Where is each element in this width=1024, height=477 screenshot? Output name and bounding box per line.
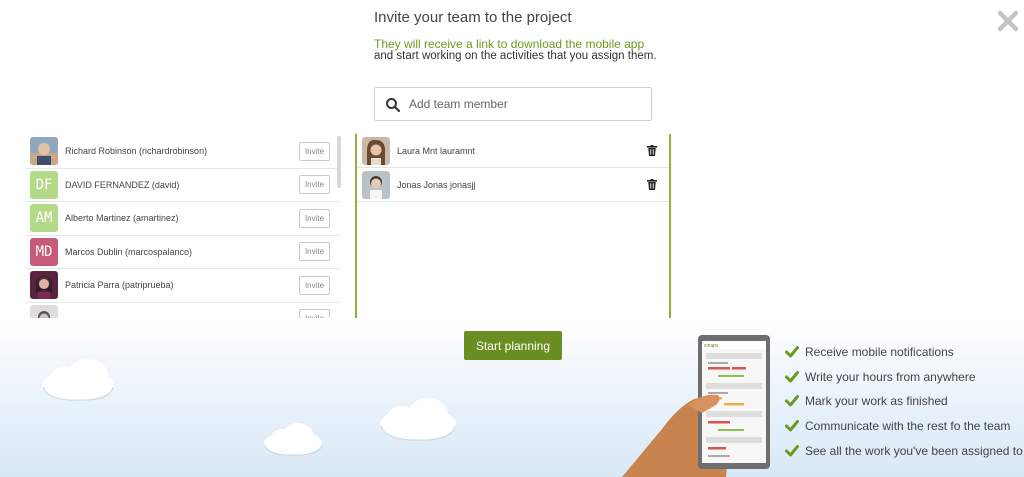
avatar xyxy=(362,170,390,199)
list-item: Invite xyxy=(26,303,340,318)
list-item: Jonas Jonas jonasjj xyxy=(357,168,669,202)
member-name: Marcos Dublin (marcospalanco) xyxy=(65,246,193,257)
search-box[interactable] xyxy=(374,87,652,121)
trash-icon[interactable] xyxy=(647,145,657,156)
list-item: AM Alberto Martinez (amartinez) Invite xyxy=(26,202,340,236)
list-item: DF DAVID FERNANDEZ (david) Invite xyxy=(26,169,340,202)
invite-button[interactable]: Invite xyxy=(299,208,330,228)
member-name: Patricia Parra (patriprueba) xyxy=(65,280,174,291)
list-item: MD Marcos Dublin (marcospalanco) Invite xyxy=(26,236,340,269)
page-title: Invite your team to the project xyxy=(374,9,572,26)
svg-text:sinaps: sinaps xyxy=(704,343,719,349)
invite-button[interactable]: Invite xyxy=(299,141,330,161)
check-icon xyxy=(785,395,799,407)
avatar xyxy=(30,304,58,318)
scrollbar[interactable] xyxy=(337,136,341,188)
check-icon xyxy=(785,444,799,457)
feature-text: See all the work you've been assigned to xyxy=(805,443,1023,458)
check-icon xyxy=(785,420,799,432)
list-item: Patricia Parra (patriprueba) Invite xyxy=(26,269,340,303)
list-item: Laura Mnt lauramnt xyxy=(357,134,669,168)
avatar xyxy=(30,271,58,300)
avatar xyxy=(30,137,58,166)
check-icon xyxy=(785,370,799,383)
avatar: AM xyxy=(30,204,58,233)
cloud-decoration xyxy=(380,398,456,441)
feature-item: Write your hours from anywhere xyxy=(785,365,1023,390)
feature-item: Communicate with the rest fo the team xyxy=(785,414,1023,439)
close-x-icon[interactable] xyxy=(996,9,1020,33)
member-name: Laura Mnt lauramnt xyxy=(397,145,476,156)
feature-text: Receive mobile notifications xyxy=(805,345,954,360)
feature-item: Receive mobile notifications xyxy=(785,340,1023,365)
member-name: Richard Robinson (richardrobinson) xyxy=(65,146,208,157)
team-members-list: Laura Mnt lauramnt Jonas Jonas jonasjj xyxy=(355,134,671,318)
cloud-decoration xyxy=(264,423,323,456)
feature-item: Mark your work as finished xyxy=(785,389,1023,414)
member-name: Alberto Martinez (amartinez) xyxy=(65,213,179,224)
invite-button[interactable]: Invite xyxy=(299,275,330,295)
phone-illustration: sinaps xyxy=(622,335,770,477)
invite-button[interactable]: Invite xyxy=(299,242,330,262)
member-name: DAVID FERNANDEZ (david) xyxy=(65,179,180,190)
add-team-member-input[interactable] xyxy=(409,89,647,119)
start-planning-button[interactable]: Start planning xyxy=(464,331,562,360)
trash-icon[interactable] xyxy=(647,179,657,190)
feature-text: Mark your work as finished xyxy=(805,394,948,409)
invite-button[interactable]: Invite xyxy=(299,175,330,195)
avatar xyxy=(362,136,390,165)
cloud-decoration xyxy=(42,359,114,401)
available-members-list[interactable]: Richard Robinson (richardrobinson) Invit… xyxy=(26,135,340,318)
check-icon xyxy=(785,346,799,358)
avatar: MD xyxy=(30,237,58,266)
list-item: Richard Robinson (richardrobinson) Invit… xyxy=(26,135,340,169)
subtitle-highlight: They will receive a link to download the… xyxy=(374,37,645,51)
avatar: DF xyxy=(30,170,58,199)
features-list: Receive mobile notifications Write your … xyxy=(785,340,1023,463)
search-icon xyxy=(386,98,401,113)
member-name: Jonas Jonas jonasjj xyxy=(397,179,476,190)
invite-button[interactable]: Invite xyxy=(299,309,330,318)
subtitle-text: and start working on the activities that… xyxy=(374,50,657,62)
feature-text: Write your hours from anywhere xyxy=(805,369,976,384)
feature-item: See all the work you've been assigned to xyxy=(785,438,1023,463)
feature-text: Communicate with the rest fo the team xyxy=(805,419,1011,434)
